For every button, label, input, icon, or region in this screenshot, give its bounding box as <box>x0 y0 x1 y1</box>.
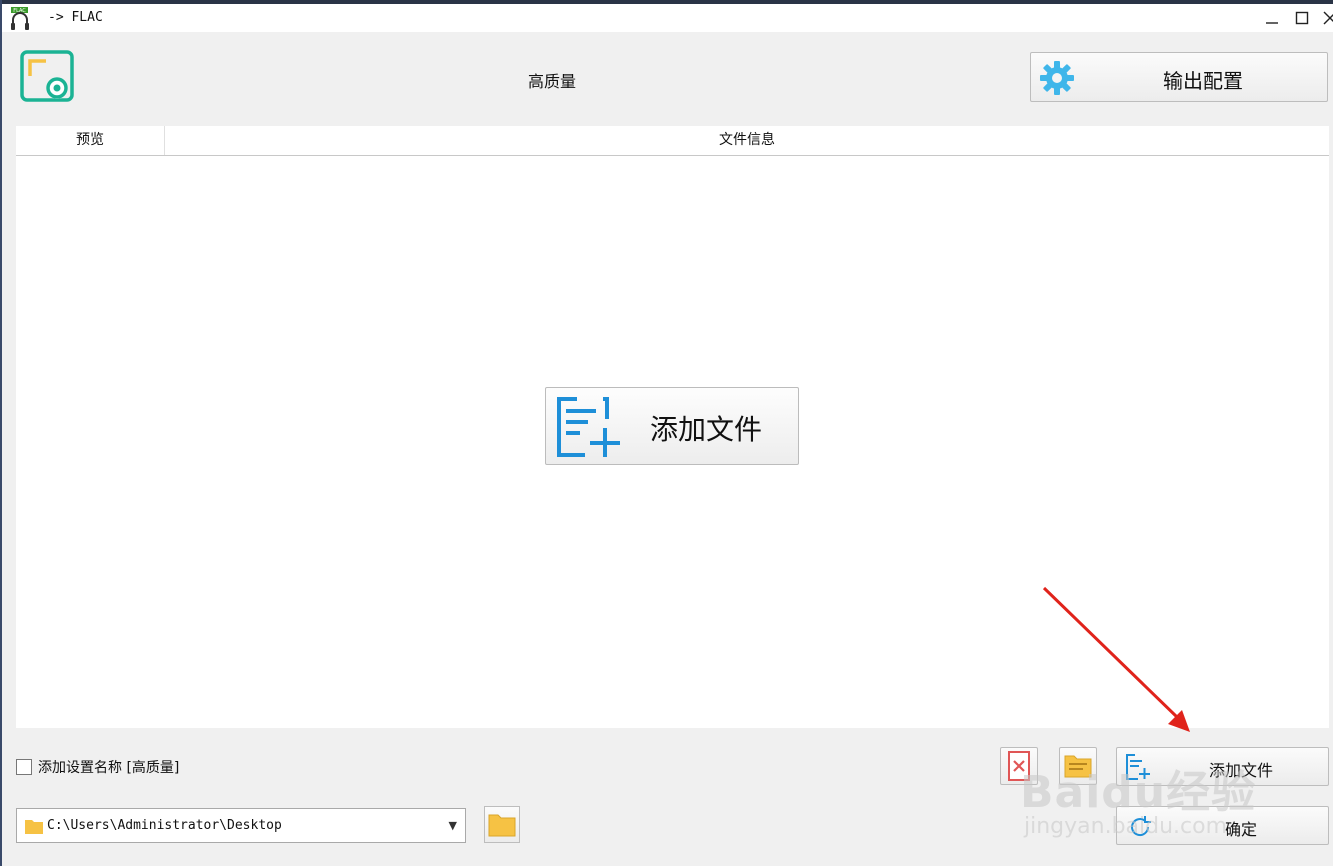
add-file-button[interactable]: 添加文件 <box>1116 747 1329 786</box>
app-headphones-icon: FLAC <box>8 6 32 32</box>
gear-icon <box>1040 61 1074 95</box>
folder-list-icon <box>1064 755 1092 778</box>
chevron-down-icon[interactable]: ▼ <box>449 819 457 832</box>
column-file-info[interactable]: 文件信息 <box>165 126 1329 155</box>
add-file-label: 添加文件 <box>1209 761 1274 780</box>
add-setting-name-label: 添加设置名称 [高质量] <box>38 760 180 776</box>
browse-folder-button[interactable] <box>484 806 520 843</box>
output-config-button[interactable]: 输出配置 <box>1030 52 1328 102</box>
window-title: -> FLAC <box>48 10 103 25</box>
checkbox-box[interactable] <box>16 759 32 775</box>
open-folder-list-button[interactable] <box>1059 747 1097 785</box>
file-list-header: 预览 文件信息 <box>16 126 1329 156</box>
remove-file-button[interactable] <box>1000 747 1038 785</box>
add-file-small-icon <box>1126 754 1150 780</box>
add-setting-name-checkbox[interactable]: 添加设置名称 [高质量] <box>16 757 179 777</box>
window-border <box>0 0 2 866</box>
file-list[interactable]: 预览 文件信息 添加文件 <box>16 126 1329 728</box>
column-preview[interactable]: 预览 <box>16 126 165 155</box>
output-path-select[interactable]: C:\Users\Administrator\Desktop ▼ <box>16 808 466 843</box>
refresh-icon <box>1131 816 1151 836</box>
add-file-icon <box>557 397 620 457</box>
ok-label: 确定 <box>1225 820 1258 839</box>
title-bar: FLAC -> FLAC <box>2 4 1333 32</box>
close-button[interactable] <box>1313 4 1333 32</box>
add-file-button-large[interactable]: 添加文件 <box>545 387 799 465</box>
folder-icon <box>25 820 43 834</box>
browse-folder-icon <box>488 814 516 837</box>
preset-name: 高质量 <box>527 72 576 91</box>
add-file-label-large: 添加文件 <box>650 413 763 446</box>
output-path-value: C:\Users\Administrator\Desktop <box>47 818 282 833</box>
preset-header: 高质量 输出配置 <box>2 32 1333 126</box>
ok-button[interactable]: 确定 <box>1116 806 1329 845</box>
output-config-label: 输出配置 <box>1163 69 1243 93</box>
minimize-icon <box>1266 22 1278 24</box>
maximize-icon <box>1295 11 1309 25</box>
remove-file-icon <box>1008 751 1030 781</box>
close-icon <box>1323 11 1333 25</box>
minimize-button[interactable] <box>1255 4 1289 32</box>
preset-screen-icon[interactable] <box>20 50 74 104</box>
